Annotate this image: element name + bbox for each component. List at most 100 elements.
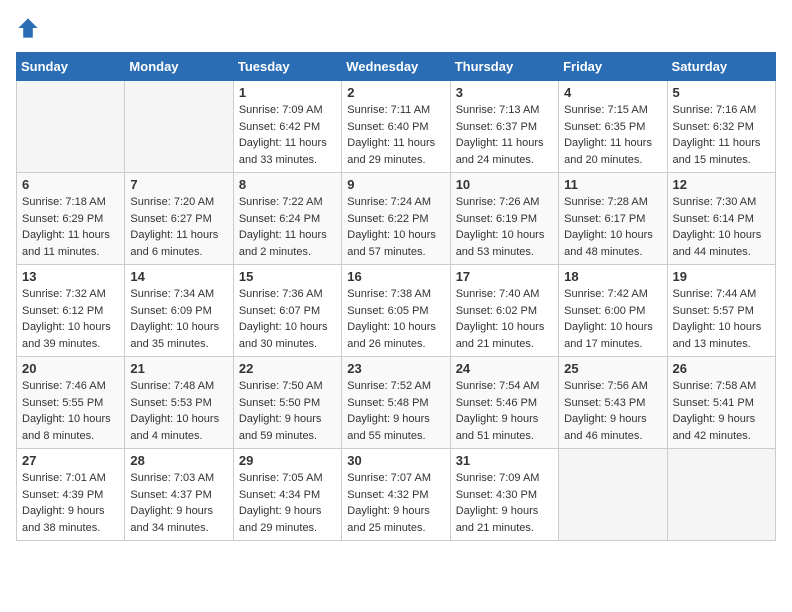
day-cell: 29 Sunrise: 7:05 AM Sunset: 4:34 PM Dayli…	[233, 449, 341, 541]
logo-icon	[16, 16, 40, 40]
day-cell: 15 Sunrise: 7:36 AM Sunset: 6:07 PM Dayli…	[233, 265, 341, 357]
day-cell: 30 Sunrise: 7:07 AM Sunset: 4:32 PM Dayli…	[342, 449, 450, 541]
day-info: Sunrise: 7:11 AM Sunset: 6:40 PM Dayligh…	[347, 102, 444, 168]
day-info: Sunrise: 7:09 AM Sunset: 6:42 PM Dayligh…	[239, 102, 336, 168]
day-number: 16	[347, 269, 444, 284]
day-cell: 8 Sunrise: 7:22 AM Sunset: 6:24 PM Daylig…	[233, 173, 341, 265]
day-info: Sunrise: 7:09 AM Sunset: 4:30 PM Dayligh…	[456, 470, 553, 536]
page-header	[16, 16, 776, 40]
day-cell: 12 Sunrise: 7:30 AM Sunset: 6:14 PM Dayli…	[667, 173, 775, 265]
day-number: 12	[673, 177, 770, 192]
day-info: Sunrise: 7:20 AM Sunset: 6:27 PM Dayligh…	[130, 194, 227, 260]
day-info: Sunrise: 7:24 AM Sunset: 6:22 PM Dayligh…	[347, 194, 444, 260]
day-cell	[17, 81, 125, 173]
day-header-monday: Monday	[125, 53, 233, 81]
day-number: 27	[22, 453, 119, 468]
day-cell: 9 Sunrise: 7:24 AM Sunset: 6:22 PM Daylig…	[342, 173, 450, 265]
day-info: Sunrise: 7:44 AM Sunset: 5:57 PM Dayligh…	[673, 286, 770, 352]
day-number: 20	[22, 361, 119, 376]
day-cell: 28 Sunrise: 7:03 AM Sunset: 4:37 PM Dayli…	[125, 449, 233, 541]
day-info: Sunrise: 7:56 AM Sunset: 5:43 PM Dayligh…	[564, 378, 661, 444]
day-info: Sunrise: 7:28 AM Sunset: 6:17 PM Dayligh…	[564, 194, 661, 260]
day-info: Sunrise: 7:05 AM Sunset: 4:34 PM Dayligh…	[239, 470, 336, 536]
day-number: 9	[347, 177, 444, 192]
day-info: Sunrise: 7:32 AM Sunset: 6:12 PM Dayligh…	[22, 286, 119, 352]
day-cell: 27Sunrise: 7:01 AM Sunset: 4:39 PM Dayli…	[17, 449, 125, 541]
day-info: Sunrise: 7:42 AM Sunset: 6:00 PM Dayligh…	[564, 286, 661, 352]
day-cell: 26 Sunrise: 7:58 AM Sunset: 5:41 PM Dayli…	[667, 357, 775, 449]
day-info: Sunrise: 7:58 AM Sunset: 5:41 PM Dayligh…	[673, 378, 770, 444]
calendar-table: SundayMondayTuesdayWednesdayThursdayFrid…	[16, 52, 776, 541]
day-info: Sunrise: 7:52 AM Sunset: 5:48 PM Dayligh…	[347, 378, 444, 444]
day-cell: 5 Sunrise: 7:16 AM Sunset: 6:32 PM Daylig…	[667, 81, 775, 173]
day-cell: 17Sunrise: 7:40 AM Sunset: 6:02 PM Dayli…	[450, 265, 558, 357]
day-cell: 20 Sunrise: 7:46 AM Sunset: 5:55 PM Dayli…	[17, 357, 125, 449]
day-number: 25	[564, 361, 661, 376]
day-cell: 16 Sunrise: 7:38 AM Sunset: 6:05 PM Dayli…	[342, 265, 450, 357]
day-info: Sunrise: 7:50 AM Sunset: 5:50 PM Dayligh…	[239, 378, 336, 444]
day-info: Sunrise: 7:36 AM Sunset: 6:07 PM Dayligh…	[239, 286, 336, 352]
day-info: Sunrise: 7:16 AM Sunset: 6:32 PM Dayligh…	[673, 102, 770, 168]
day-cell: 19 Sunrise: 7:44 AM Sunset: 5:57 PM Dayli…	[667, 265, 775, 357]
day-cell: 1 Sunrise: 7:09 AM Sunset: 6:42 PM Daylig…	[233, 81, 341, 173]
day-info: Sunrise: 7:46 AM Sunset: 5:55 PM Dayligh…	[22, 378, 119, 444]
day-info: Sunrise: 7:26 AM Sunset: 6:19 PM Dayligh…	[456, 194, 553, 260]
day-number: 13	[22, 269, 119, 284]
day-number: 29	[239, 453, 336, 468]
day-header-saturday: Saturday	[667, 53, 775, 81]
day-cell: 3Sunrise: 7:13 AM Sunset: 6:37 PM Daylig…	[450, 81, 558, 173]
day-number: 1	[239, 85, 336, 100]
day-number: 19	[673, 269, 770, 284]
day-cell: 11Sunrise: 7:28 AM Sunset: 6:17 PM Dayli…	[559, 173, 667, 265]
day-number: 31	[456, 453, 553, 468]
day-cell	[125, 81, 233, 173]
day-info: Sunrise: 7:48 AM Sunset: 5:53 PM Dayligh…	[130, 378, 227, 444]
day-cell: 18 Sunrise: 7:42 AM Sunset: 6:00 PM Dayli…	[559, 265, 667, 357]
day-number: 4	[564, 85, 661, 100]
day-cell: 23 Sunrise: 7:52 AM Sunset: 5:48 PM Dayli…	[342, 357, 450, 449]
day-cell: 24 Sunrise: 7:54 AM Sunset: 5:46 PM Dayli…	[450, 357, 558, 449]
day-cell: 4 Sunrise: 7:15 AM Sunset: 6:35 PM Daylig…	[559, 81, 667, 173]
day-number: 3	[456, 85, 553, 100]
week-row-5: 27Sunrise: 7:01 AM Sunset: 4:39 PM Dayli…	[17, 449, 776, 541]
day-number: 23	[347, 361, 444, 376]
day-number: 22	[239, 361, 336, 376]
day-cell	[667, 449, 775, 541]
day-cell: 25 Sunrise: 7:56 AM Sunset: 5:43 PM Dayli…	[559, 357, 667, 449]
day-number: 6	[22, 177, 119, 192]
day-info: Sunrise: 7:38 AM Sunset: 6:05 PM Dayligh…	[347, 286, 444, 352]
day-info: Sunrise: 7:15 AM Sunset: 6:35 PM Dayligh…	[564, 102, 661, 168]
day-cell: 7 Sunrise: 7:20 AM Sunset: 6:27 PM Daylig…	[125, 173, 233, 265]
day-cell: 2Sunrise: 7:11 AM Sunset: 6:40 PM Daylig…	[342, 81, 450, 173]
day-number: 28	[130, 453, 227, 468]
day-header-friday: Friday	[559, 53, 667, 81]
day-cell: 14Sunrise: 7:34 AM Sunset: 6:09 PM Dayli…	[125, 265, 233, 357]
day-info: Sunrise: 7:40 AM Sunset: 6:02 PM Dayligh…	[456, 286, 553, 352]
day-number: 24	[456, 361, 553, 376]
day-number: 15	[239, 269, 336, 284]
day-header-wednesday: Wednesday	[342, 53, 450, 81]
day-header-sunday: Sunday	[17, 53, 125, 81]
week-row-4: 20 Sunrise: 7:46 AM Sunset: 5:55 PM Dayli…	[17, 357, 776, 449]
day-number: 18	[564, 269, 661, 284]
day-info: Sunrise: 7:03 AM Sunset: 4:37 PM Dayligh…	[130, 470, 227, 536]
day-info: Sunrise: 7:54 AM Sunset: 5:46 PM Dayligh…	[456, 378, 553, 444]
week-row-3: 13 Sunrise: 7:32 AM Sunset: 6:12 PM Dayli…	[17, 265, 776, 357]
day-info: Sunrise: 7:18 AM Sunset: 6:29 PM Dayligh…	[22, 194, 119, 260]
day-number: 8	[239, 177, 336, 192]
week-row-1: 1 Sunrise: 7:09 AM Sunset: 6:42 PM Daylig…	[17, 81, 776, 173]
day-header-tuesday: Tuesday	[233, 53, 341, 81]
day-number: 5	[673, 85, 770, 100]
day-cell: 21 Sunrise: 7:48 AM Sunset: 5:53 PM Dayli…	[125, 357, 233, 449]
week-row-2: 6 Sunrise: 7:18 AM Sunset: 6:29 PM Daylig…	[17, 173, 776, 265]
day-info: Sunrise: 7:22 AM Sunset: 6:24 PM Dayligh…	[239, 194, 336, 260]
day-info: Sunrise: 7:07 AM Sunset: 4:32 PM Dayligh…	[347, 470, 444, 536]
day-number: 7	[130, 177, 227, 192]
day-number: 21	[130, 361, 227, 376]
day-info: Sunrise: 7:30 AM Sunset: 6:14 PM Dayligh…	[673, 194, 770, 260]
day-cell: 13 Sunrise: 7:32 AM Sunset: 6:12 PM Dayli…	[17, 265, 125, 357]
day-cell: 22 Sunrise: 7:50 AM Sunset: 5:50 PM Dayli…	[233, 357, 341, 449]
day-number: 26	[673, 361, 770, 376]
day-cell: 31 Sunrise: 7:09 AM Sunset: 4:30 PM Dayli…	[450, 449, 558, 541]
day-number: 30	[347, 453, 444, 468]
